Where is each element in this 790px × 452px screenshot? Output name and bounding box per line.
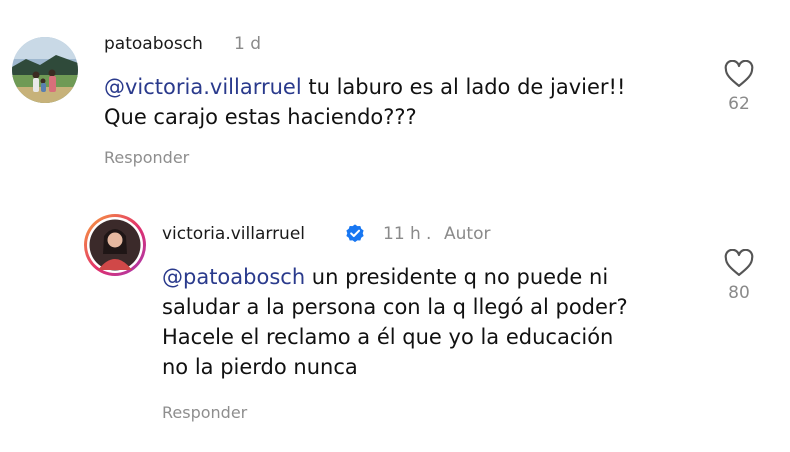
author-tag: Autor: [444, 224, 491, 244]
like-control: 62: [719, 60, 759, 114]
like-control: 80: [719, 249, 759, 303]
heart-icon[interactable]: [724, 60, 754, 88]
comment-line: Hacele el reclamo a él que yo la educaci…: [162, 322, 722, 352]
timestamp: 11 h: [383, 224, 421, 244]
comment-line-text: no la pierdo nunca: [162, 355, 358, 379]
landscape-photo-avatar-icon: [12, 37, 78, 103]
mention-link[interactable]: @victoria.villarruel: [104, 75, 302, 99]
reply-button[interactable]: Responder: [104, 148, 189, 167]
comment-line-text: Que carajo estas haciendo???: [104, 105, 417, 129]
comment-line-text: saludar a la persona con la q llegó al p…: [162, 295, 628, 319]
comment-text: @victoria.villarruel tu laburo es al lad…: [104, 72, 704, 132]
avatar[interactable]: [12, 37, 78, 103]
comment-text: @patoabosch un presidente q no puede ni …: [162, 262, 722, 382]
mention-link[interactable]: @patoabosch: [162, 265, 305, 289]
comment-line: Que carajo estas haciendo???: [104, 102, 704, 132]
like-count: 62: [728, 94, 750, 114]
comment-line-text: Hacele el reclamo a él que yo la educaci…: [162, 325, 614, 349]
comment-line: @patoabosch un presidente q no puede ni: [162, 262, 722, 292]
like-count: 80: [728, 283, 750, 303]
username[interactable]: patoabosch: [104, 34, 203, 54]
comment-line: no la pierdo nunca: [162, 352, 722, 382]
comment-line: @victoria.villarruel tu laburo es al lad…: [104, 72, 704, 102]
comment-line-text: un presidente q no puede ni: [305, 265, 609, 289]
avatar[interactable]: [84, 214, 146, 276]
timestamp: 1 d: [234, 34, 262, 54]
username[interactable]: victoria.villarruel: [162, 224, 305, 244]
reply-button[interactable]: Responder: [162, 403, 247, 422]
heart-icon[interactable]: [724, 249, 754, 277]
comment-line: saludar a la persona con la q llegó al p…: [162, 292, 722, 322]
profile-photo-avatar-with-story-ring-icon: [87, 217, 143, 273]
meta-separator: .: [426, 224, 432, 244]
verified-badge-icon: [346, 224, 364, 243]
comment-line-text: tu laburo es al lado de javier!!: [301, 75, 626, 99]
